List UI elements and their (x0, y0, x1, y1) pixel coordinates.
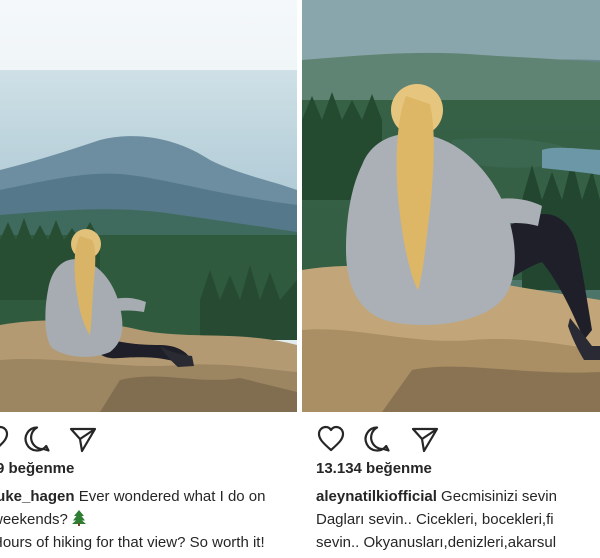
caption-line-3: sevin.. Okyanusları,denizleri,akarsul (316, 531, 557, 554)
tree-icon (72, 510, 87, 526)
comment-icon[interactable] (22, 424, 52, 454)
post-photo-left[interactable] (0, 0, 297, 412)
caption-text: Gecmisinizi sevin (436, 488, 557, 505)
send-icon[interactable] (68, 424, 98, 454)
caption-line-2: Dagları sevin.. Cicekleri, bocekleri,fi (316, 508, 557, 531)
caption-text: Dagları sevin.. Cicekleri, bocekleri,fi (316, 511, 554, 528)
comment-icon[interactable] (362, 424, 392, 454)
post-left: 9 beğenme luke_hagen Ever wondered what … (0, 0, 297, 558)
caption-text: Hours of hiking for that view? So worth … (0, 534, 265, 551)
caption-text: weekends? (0, 511, 68, 528)
caption-username[interactable]: luke_hagen (0, 488, 75, 505)
hiking-photo-left (0, 0, 297, 412)
hiking-photo-right (302, 0, 600, 412)
caption-text: sevin.. Okyanusları,denizleri,akarsul (316, 534, 557, 551)
like-count[interactable]: 13.134 beğenme (316, 460, 432, 477)
action-bar-left (0, 424, 297, 454)
caption-username[interactable]: aleynatilkiofficial (316, 488, 437, 505)
heart-icon[interactable] (316, 424, 346, 454)
heart-icon[interactable] (0, 424, 10, 454)
action-bar-right (302, 424, 600, 454)
caption-line-1: luke_hagen Ever wondered what I do on (0, 485, 265, 508)
post-photo-right[interactable] (302, 0, 600, 412)
post-caption: aleynatilkiofficial Gecmisinizi sevin Da… (316, 485, 557, 554)
caption-text: Ever wondered what I do on (74, 488, 266, 505)
caption-line-3: Hours of hiking for that view? So worth … (0, 531, 265, 554)
like-count[interactable]: 9 beğenme (0, 460, 74, 477)
post-caption: luke_hagen Ever wondered what I do on we… (0, 485, 265, 554)
caption-line-1: aleynatilkiofficial Gecmisinizi sevin (316, 485, 557, 508)
post-right: 13.134 beğenme aleynatilkiofficial Gecmi… (302, 0, 600, 558)
send-icon[interactable] (410, 424, 440, 454)
caption-line-2: weekends? (0, 508, 265, 531)
